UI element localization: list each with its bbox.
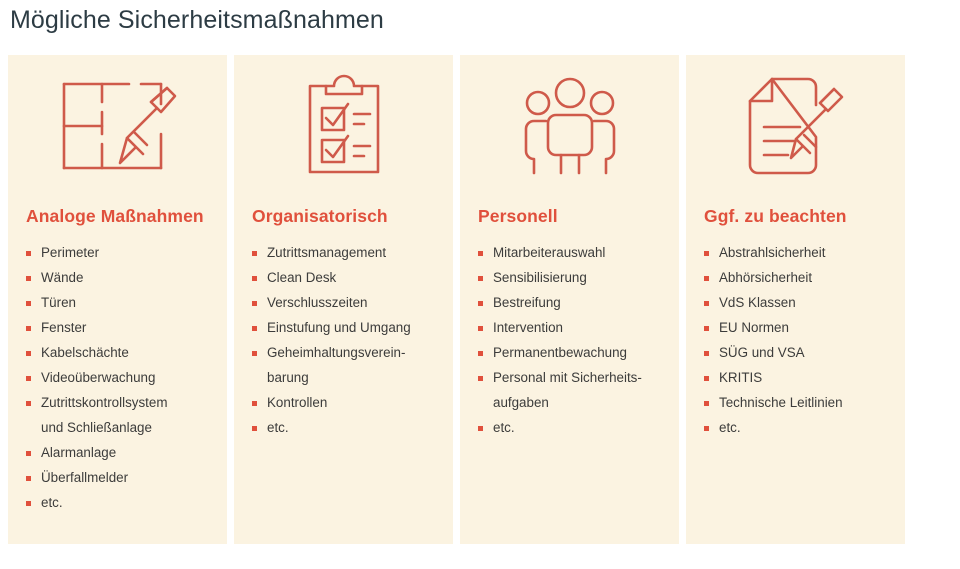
list-item-label: Permanentbewachung: [493, 345, 627, 360]
list-item-label: Clean Desk: [267, 270, 337, 285]
list-item-label: etc.: [41, 495, 63, 510]
card-heading: Personell: [478, 206, 558, 226]
list-item-label: Geheimhaltungsverein-: [267, 345, 406, 360]
list-item: Wände: [26, 270, 217, 287]
list-item: Abhörsicherheit: [704, 270, 895, 287]
list-item-label: Überfallmelder: [41, 470, 129, 485]
list-item-label: etc.: [719, 420, 741, 435]
list-item-label: Intervention: [493, 320, 563, 335]
list-item-label: Türen: [41, 295, 76, 310]
list-item: Bestreifung: [478, 295, 669, 312]
list-item-label: Sensibilisierung: [493, 270, 587, 285]
card-organisatorisch: Organisatorisch Zutrittsmanagement Clean…: [234, 55, 453, 544]
card-heading: Analoge Maßnahmen: [26, 206, 204, 226]
card-list: Abstrahlsicherheit Abhörsicherheit VdS K…: [686, 227, 905, 469]
list-item-label: Verschlusszeiten: [267, 295, 368, 310]
list-item: etc.: [704, 420, 895, 437]
list-item: Zutrittskontrollsystem und Schließanlage: [26, 395, 217, 437]
list-item: Geheimhaltungsverein-barung: [252, 345, 443, 387]
list-item: Überfallmelder: [26, 470, 217, 487]
list-item-label: Wände: [41, 270, 84, 285]
list-item: Mitarbeiterauswahl: [478, 245, 669, 262]
list-item: etc.: [252, 420, 443, 437]
list-item-label: Videoüberwachung: [41, 370, 156, 385]
list-item: etc.: [26, 495, 217, 512]
list-item-label: Abhörsicherheit: [719, 270, 813, 285]
list-item: Sensibilisierung: [478, 270, 669, 287]
list-item: VdS Klassen: [704, 295, 895, 312]
card-list: Mitarbeiterauswahl Sensibilisierung Best…: [460, 227, 679, 469]
list-item-label: Kontrollen: [267, 395, 328, 410]
infographic-page: Mögliche Sicherheitsmaßnahmen Analoge Ma…: [0, 0, 960, 569]
list-item: Zutrittsmanagement: [252, 245, 443, 262]
list-item-label: Zutrittsmanagement: [267, 245, 387, 260]
list-item-label: Technische Leitlinien: [719, 395, 843, 410]
list-item: Verschlusszeiten: [252, 295, 443, 312]
list-item-label: Fenster: [41, 320, 87, 335]
three-people-icon: [460, 55, 679, 185]
card-heading: Ggf. zu beachten: [704, 206, 847, 226]
list-item-label: Einstufung und Umgang: [267, 320, 411, 335]
list-item: Kabelschächte: [26, 345, 217, 362]
list-item-label: Personal mit Sicherheits-: [493, 370, 642, 385]
list-item: Alarmanlage: [26, 445, 217, 462]
list-item-continuation: und Schließanlage: [41, 420, 152, 435]
list-item: Türen: [26, 295, 217, 312]
list-item-label: etc.: [493, 420, 515, 435]
list-item: Intervention: [478, 320, 669, 337]
card-list: Zutrittsmanagement Clean Desk Verschluss…: [234, 227, 453, 469]
list-item-label: Bestreifung: [493, 295, 561, 310]
card-grid: Analoge Maßnahmen Perimeter Wände Türen …: [8, 55, 906, 544]
list-item-label: Abstrahlsicherheit: [719, 245, 826, 260]
list-item-label: Zutrittskontrollsystem: [41, 395, 168, 410]
list-item: Einstufung und Umgang: [252, 320, 443, 337]
list-item-label: Mitarbeiterauswahl: [493, 245, 606, 260]
list-item: Clean Desk: [252, 270, 443, 287]
list-item-label: KRITIS: [719, 370, 763, 385]
list-item-label: Kabelschächte: [41, 345, 129, 360]
list-item: Videoüberwachung: [26, 370, 217, 387]
list-item-label: SÜG und VSA: [719, 345, 805, 360]
list-item: KRITIS: [704, 370, 895, 387]
list-item: Permanentbewachung: [478, 345, 669, 362]
list-item: Abstrahlsicherheit: [704, 245, 895, 262]
card-list: Perimeter Wände Türen Fenster Kabelschäc…: [8, 227, 227, 544]
list-item-label: EU Normen: [719, 320, 789, 335]
card-personell: Personell Mitarbeiterauswahl Sensibilisi…: [460, 55, 679, 544]
list-item: Perimeter: [26, 245, 217, 262]
card-analoge-massnahmen: Analoge Maßnahmen Perimeter Wände Türen …: [8, 55, 227, 544]
floorplan-pencil-icon: [8, 55, 227, 185]
card-ggf-zu-beachten: Ggf. zu beachten Abstrahlsicherheit Abhö…: [686, 55, 905, 544]
list-item-continuation: barung: [267, 370, 309, 385]
list-item-label: Perimeter: [41, 245, 100, 260]
card-heading: Organisatorisch: [252, 206, 388, 226]
list-item-label: Alarmanlage: [41, 445, 117, 460]
list-item: Technische Leitlinien: [704, 395, 895, 412]
clipboard-checklist-icon: [234, 55, 453, 185]
document-pencil-icon: [686, 55, 905, 185]
list-item: etc.: [478, 420, 669, 437]
list-item: SÜG und VSA: [704, 345, 895, 362]
list-item: Kontrollen: [252, 395, 443, 412]
list-item-continuation: aufgaben: [493, 395, 549, 410]
list-item-label: etc.: [267, 420, 289, 435]
list-item: Fenster: [26, 320, 217, 337]
list-item-label: VdS Klassen: [719, 295, 796, 310]
page-title: Mögliche Sicherheitsmaßnahmen: [10, 6, 384, 34]
list-item: EU Normen: [704, 320, 895, 337]
list-item: Personal mit Sicherheits-aufgaben: [478, 370, 669, 412]
